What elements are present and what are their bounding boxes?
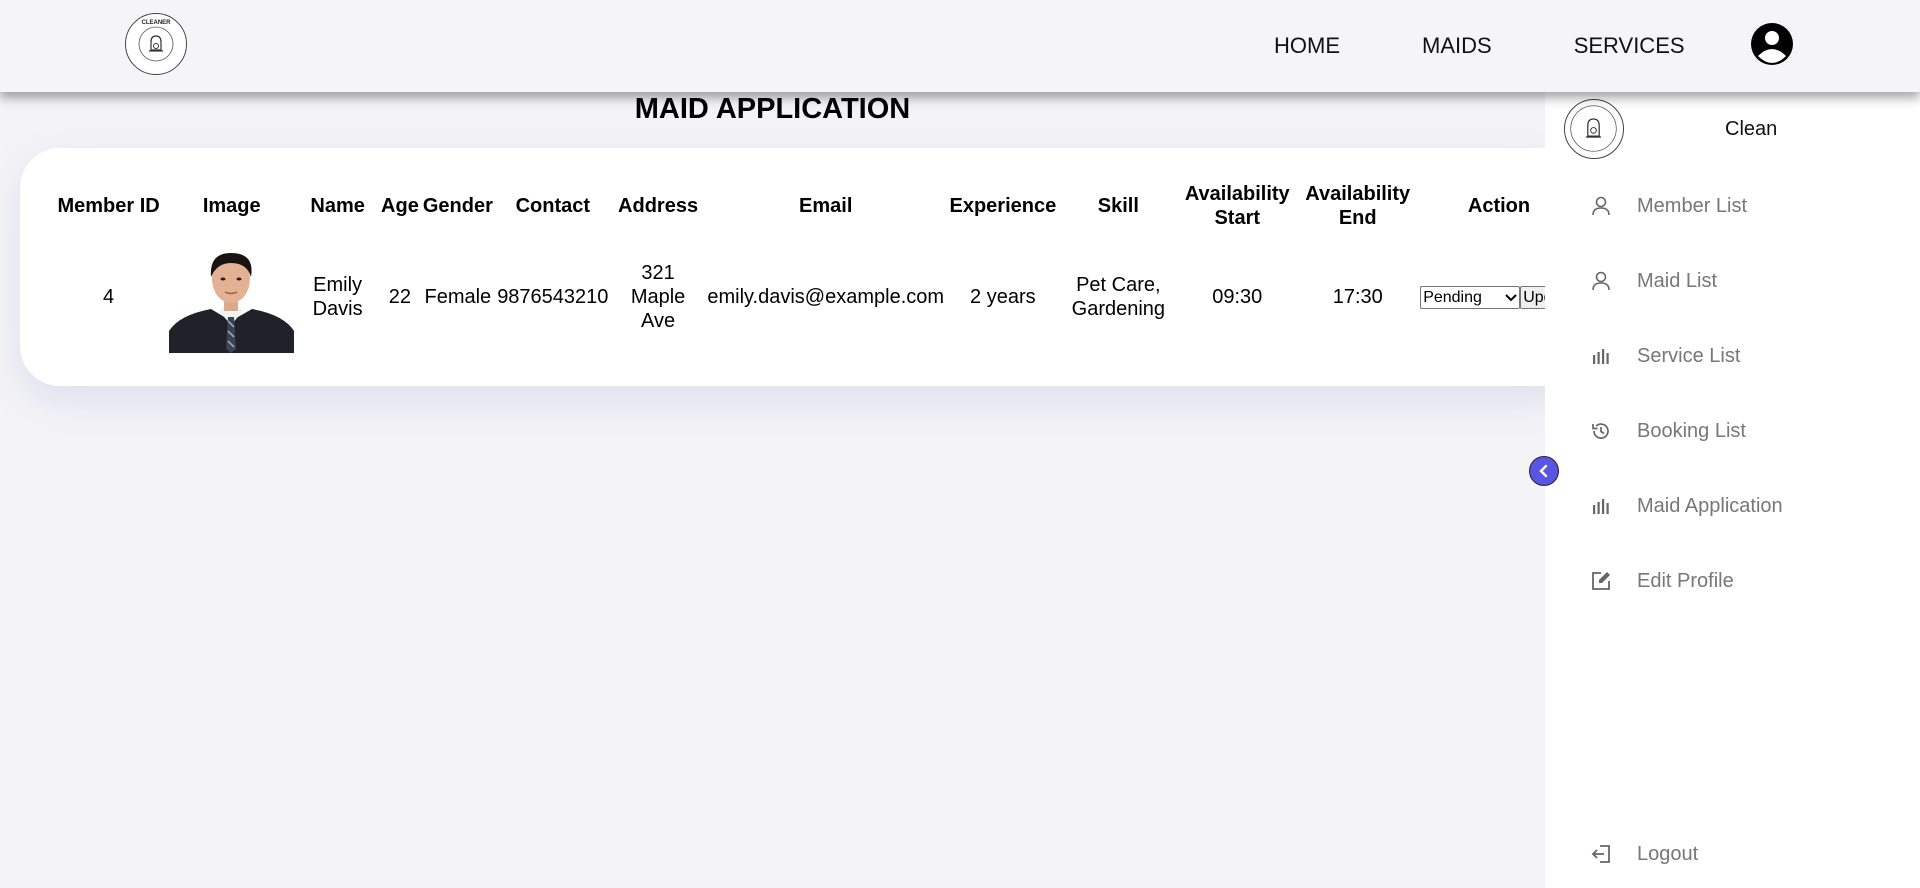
cell-name: Emily Davis <box>312 274 363 320</box>
header-address: Address <box>618 195 699 217</box>
vacuum-icon <box>138 26 174 62</box>
sidebar-item-label: Service List <box>1637 344 1741 367</box>
nav-links: HOME MAIDS SERVICES <box>1274 0 1685 92</box>
cell-experience: 2 years <box>970 286 1036 308</box>
cell-contact: 9876543210 <box>497 286 609 308</box>
sidebar-item-logout[interactable]: Logout <box>1587 839 1698 869</box>
sidebar-toggle-button[interactable] <box>1529 456 1559 486</box>
header-skill: Skill <box>1097 195 1139 217</box>
cell-address: 321 Maple Ave <box>630 262 686 332</box>
vacuum-icon <box>1570 105 1617 152</box>
sidebar-item-maid-list[interactable]: Maid List <box>1587 266 1717 296</box>
sidebar-item-maid-application[interactable]: Maid Application <box>1587 491 1783 521</box>
sidebar-item-member-list[interactable]: Member List <box>1587 191 1747 221</box>
user-account-icon[interactable] <box>1750 22 1794 66</box>
table-header-row: Member ID Image Name Age Gender Contact … <box>50 175 1580 237</box>
header-image: Image <box>202 195 261 217</box>
header-age: Age <box>381 195 419 217</box>
sidebar-item-label: Booking List <box>1637 419 1746 442</box>
chevron-down-icon <box>1505 293 1517 302</box>
sidebar: Clean Member List Maid List Service List… <box>1545 85 1920 888</box>
sidebar-item-label: Maid Application <box>1637 494 1783 517</box>
logo-text: CLEANER <box>141 20 171 26</box>
cell-skill: Pet Care, Gardening <box>1071 274 1166 320</box>
brand-name: Clean <box>1725 118 1778 140</box>
bar-chart-icon <box>1587 342 1615 370</box>
history-icon <box>1587 417 1615 445</box>
cell-age: 22 <box>388 286 412 308</box>
table-row: 4 Emily Davis 22 Female 9876543210 321 M… <box>50 237 1580 357</box>
sidebar-item-edit-profile[interactable]: Edit Profile <box>1587 566 1734 596</box>
chevron-left-icon <box>1539 464 1548 478</box>
maid-photo <box>169 241 295 353</box>
nav-maids-link[interactable]: MAIDS <box>1422 33 1492 59</box>
applications-table: Member ID Image Name Age Gender Contact … <box>50 175 1580 357</box>
page-title: MAID APPLICATION <box>634 93 911 125</box>
cell-email: emily.davis@example.com <box>707 286 945 308</box>
cell-gender: Female <box>424 286 492 308</box>
top-navbar: CLEANER HOME MAIDS SERVICES <box>0 0 1920 92</box>
cell-availability-start: 09:30 <box>1212 286 1263 308</box>
header-name: Name <box>310 195 365 217</box>
cell-image <box>167 237 296 357</box>
sidebar-item-booking-list[interactable]: Booking List <box>1587 416 1746 446</box>
nav-home-link[interactable]: HOME <box>1274 33 1340 59</box>
applications-card: Member ID Image Name Age Gender Contact … <box>20 148 1580 386</box>
header-availability-start: Availability Start <box>1184 183 1290 229</box>
sidebar-item-service-list[interactable]: Service List <box>1587 341 1740 371</box>
sidebar-item-label: Member List <box>1637 194 1748 217</box>
header-experience: Experience <box>949 195 1057 217</box>
header-contact: Contact <box>515 195 591 217</box>
bar-chart-icon <box>1587 492 1615 520</box>
status-select-value: Pending <box>1423 288 1482 306</box>
cleaner-logo[interactable]: CLEANER <box>125 13 187 75</box>
status-select[interactable]: Pending <box>1420 286 1521 310</box>
sidebar-logout-label: Logout <box>1637 842 1699 865</box>
header-member-id: Member ID <box>57 195 160 217</box>
logout-icon <box>1587 840 1615 868</box>
sidebar-item-label: Maid List <box>1637 269 1718 292</box>
person-icon <box>1587 267 1615 295</box>
header-email: Email <box>799 195 853 217</box>
sidebar-item-label: Edit Profile <box>1637 569 1734 592</box>
cell-availability-end: 17:30 <box>1332 286 1383 308</box>
person-icon <box>1587 192 1615 220</box>
cell-member-id: 4 <box>103 286 115 308</box>
edit-icon <box>1587 567 1615 595</box>
sidebar-logo[interactable] <box>1564 99 1624 159</box>
nav-services-link[interactable]: SERVICES <box>1574 33 1685 59</box>
header-gender: Gender <box>422 195 493 217</box>
header-availability-end: Availability End <box>1305 183 1411 229</box>
